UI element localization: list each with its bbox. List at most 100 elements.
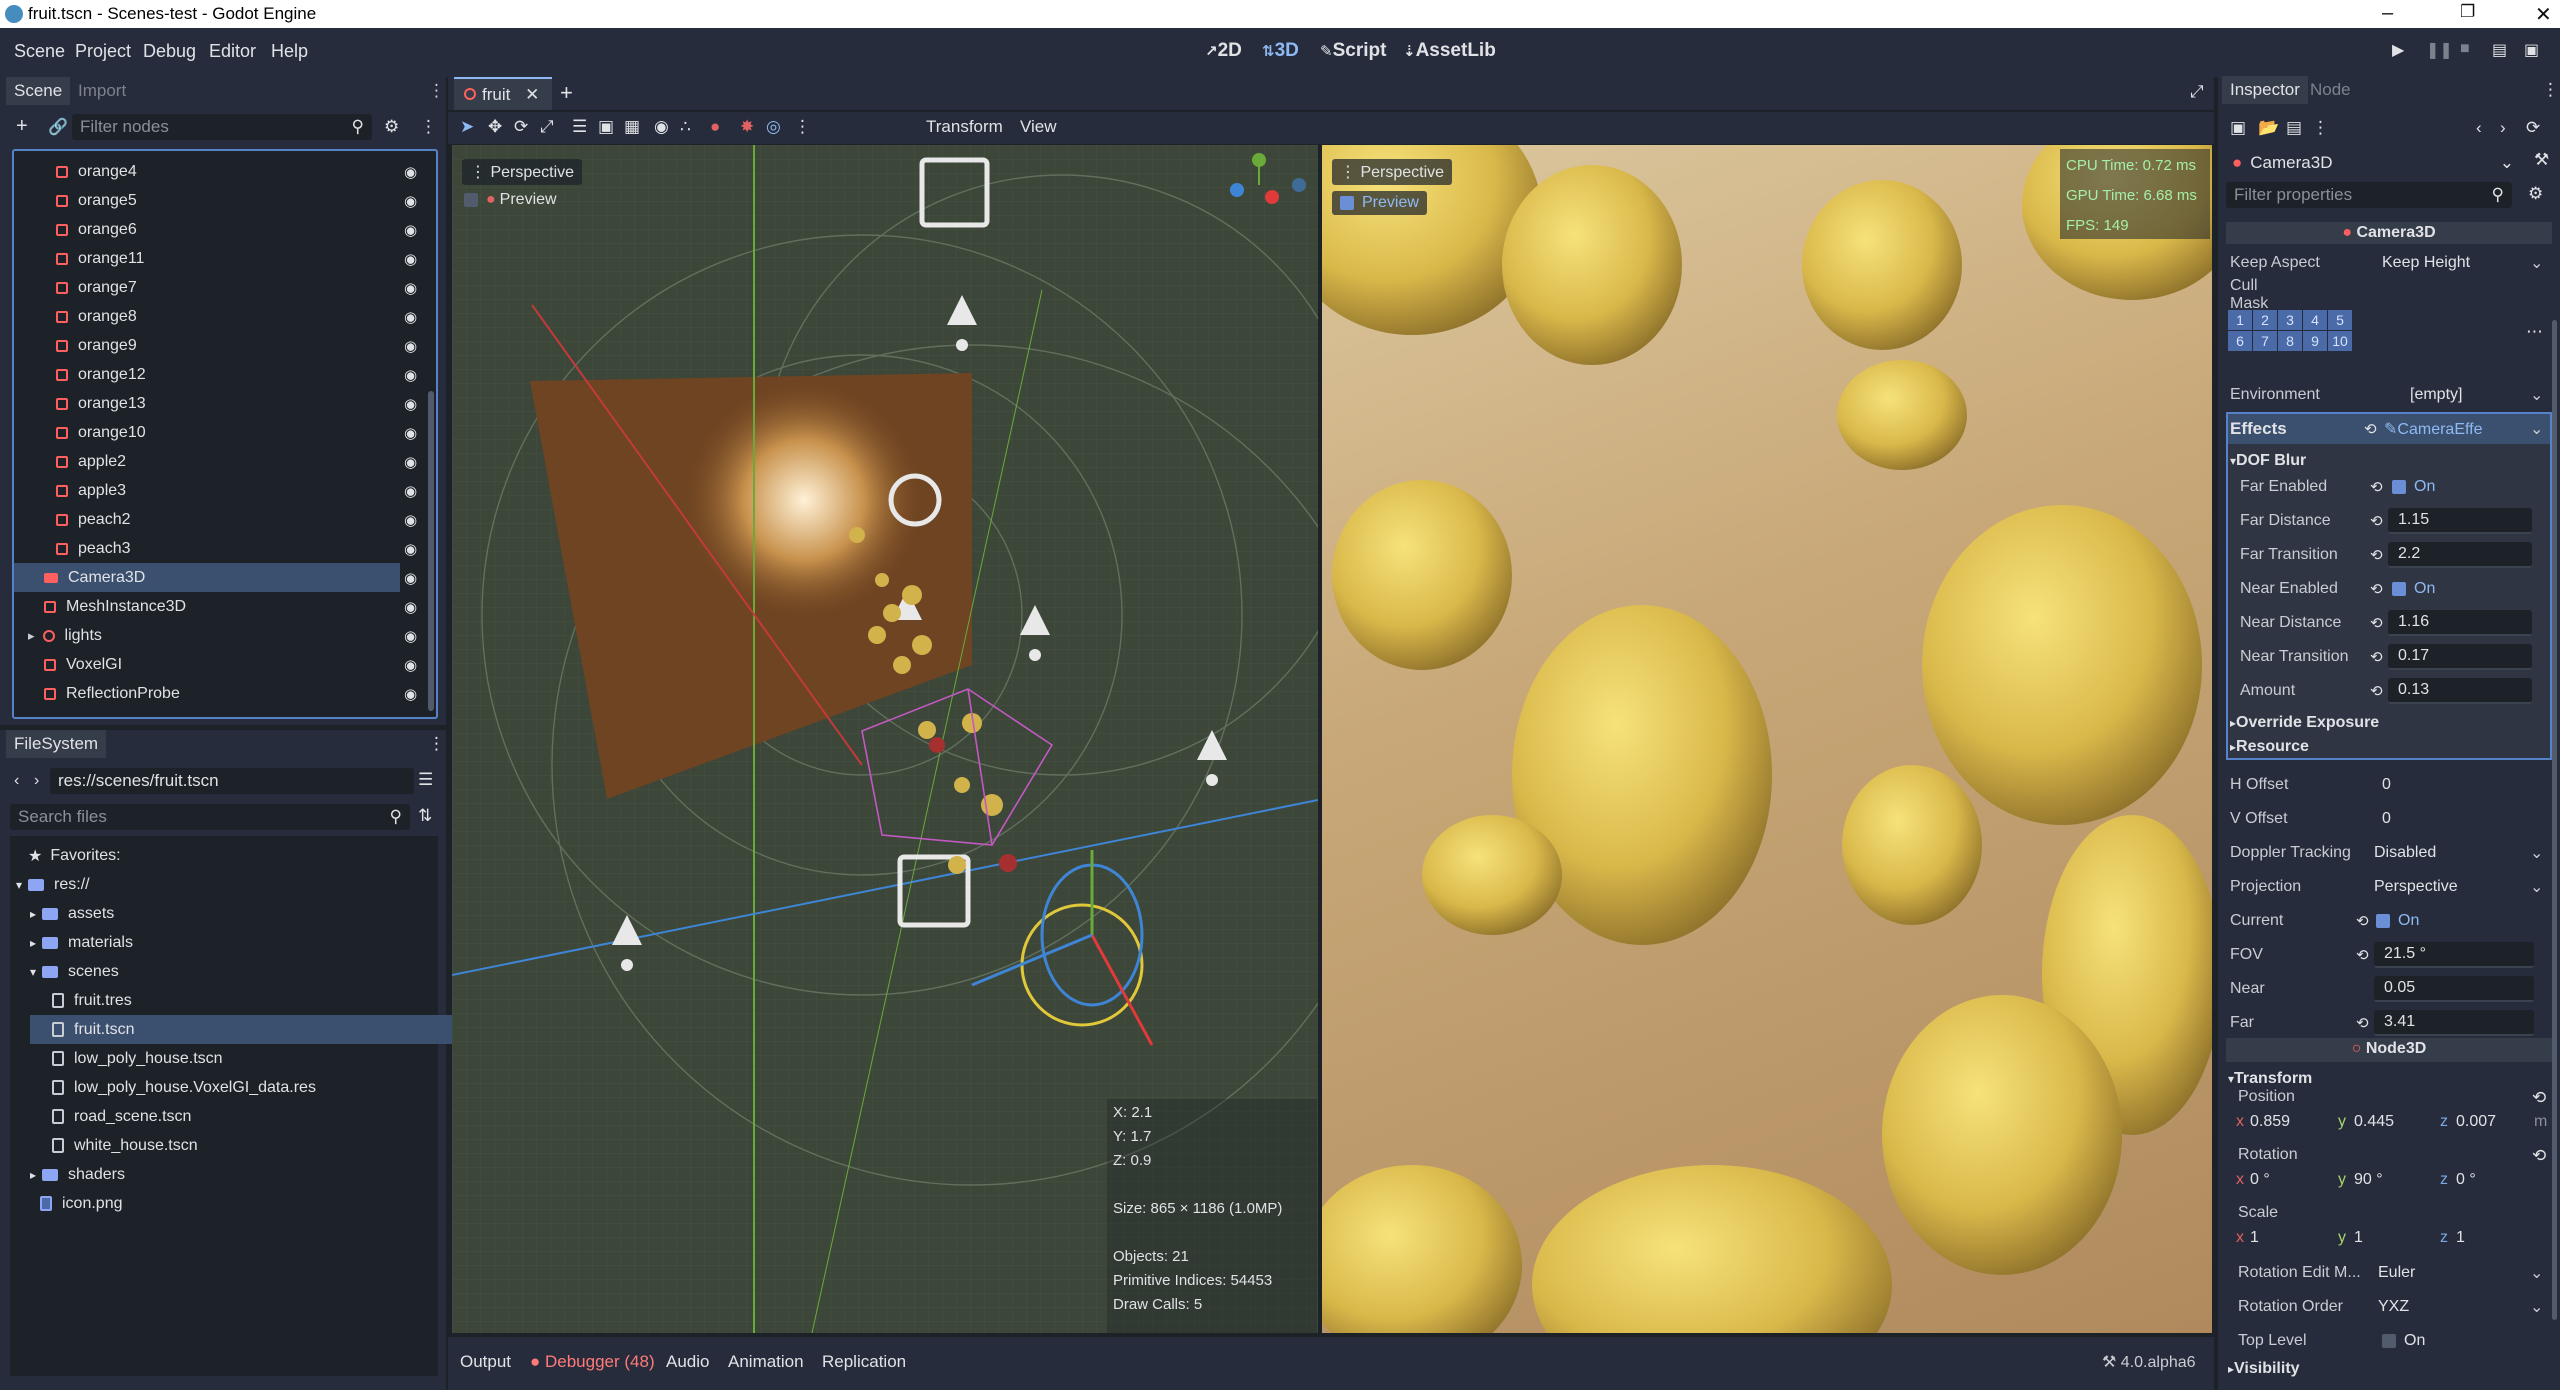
prop-near-enabled[interactable]: Near Enabled ⟲ On bbox=[2228, 572, 2550, 606]
more-layers-icon[interactable]: ⋯ bbox=[2526, 322, 2543, 342]
visibility-eye-icon[interactable]: ◉ bbox=[404, 569, 417, 587]
near-transition-input[interactable]: 0.17 bbox=[2388, 644, 2532, 670]
tab-debugger[interactable]: ● Debugger (48) bbox=[530, 1352, 655, 1372]
revert-icon[interactable]: ⟲ bbox=[2532, 1146, 2546, 1166]
tree-item[interactable]: ▸ lights ◉ bbox=[14, 621, 424, 650]
move-tool-icon[interactable]: ✥ bbox=[488, 117, 502, 137]
layer-toggle[interactable]: 4 bbox=[2303, 310, 2327, 330]
expand-arrow-icon[interactable]: ▾ bbox=[30, 965, 36, 979]
stop-icon[interactable]: ■ bbox=[2460, 40, 2470, 58]
visibility-eye-icon[interactable]: ◉ bbox=[404, 337, 417, 355]
group-dof-blur[interactable]: ▾DOF Blur bbox=[2230, 452, 2306, 470]
scene-menu-icon[interactable]: ⋮ bbox=[420, 117, 437, 137]
dock-menu-icon[interactable]: ⋮ bbox=[428, 734, 445, 754]
layer-toggle[interactable]: 7 bbox=[2253, 331, 2277, 351]
far-input[interactable]: 3.41 bbox=[2374, 1010, 2534, 1036]
open-resource-icon[interactable]: 📂 bbox=[2258, 118, 2279, 138]
tree-item[interactable]: orange9 ◉ bbox=[14, 331, 424, 360]
scale-tool-icon[interactable]: ⤢ bbox=[540, 117, 554, 137]
tab-filesystem[interactable]: FileSystem bbox=[6, 730, 107, 758]
save-resource-icon[interactable]: ▤ bbox=[2286, 118, 2302, 138]
folder-item[interactable]: ▾ scenes bbox=[10, 957, 438, 986]
expand-arrow-icon[interactable]: ▾ bbox=[16, 878, 22, 892]
visibility-eye-icon[interactable]: ◉ bbox=[404, 308, 417, 326]
layer-toggle[interactable]: 8 bbox=[2278, 331, 2302, 351]
snap-icon[interactable]: ∴ bbox=[680, 117, 691, 137]
cull-mask-layers[interactable]: 1 2 3 4 5 6 7 8 9 10 bbox=[2228, 310, 2373, 352]
revert-icon[interactable]: ⟲ bbox=[2370, 478, 2383, 496]
prop-near-distance[interactable]: Near Distance ⟲ 1.16 bbox=[2228, 606, 2550, 640]
folder-item[interactable]: ▸ materials bbox=[10, 928, 438, 957]
prop-near-transition[interactable]: Near Transition ⟲ 0.17 bbox=[2228, 640, 2550, 674]
favorites-item[interactable]: ★ Favorites: bbox=[10, 841, 438, 870]
tree-item[interactable]: orange4 ◉ bbox=[14, 157, 424, 186]
layer-toggle[interactable]: 5 bbox=[2328, 310, 2352, 330]
scale-z-input[interactable]: 1 bbox=[2456, 1229, 2465, 1247]
tree-item[interactable]: peach3 ◉ bbox=[14, 534, 424, 563]
add-node-icon[interactable]: + bbox=[16, 115, 28, 138]
expand-arrow-icon[interactable]: ▸ bbox=[30, 1168, 36, 1182]
scrollbar[interactable] bbox=[428, 391, 434, 711]
tree-item[interactable]: orange6 ◉ bbox=[14, 215, 424, 244]
file-item[interactable]: white_house.tscn bbox=[10, 1131, 438, 1160]
movie-icon[interactable]: ▣ bbox=[2524, 40, 2539, 60]
expand-arrow-icon[interactable]: ▸ bbox=[28, 628, 35, 644]
tree-item[interactable]: orange13 ◉ bbox=[14, 389, 424, 418]
file-item[interactable]: road_scene.tscn bbox=[10, 1102, 438, 1131]
prop-rotation-order[interactable]: Rotation Order YXZ ⌄ bbox=[2226, 1290, 2552, 1324]
restore-icon[interactable]: ❐ bbox=[2460, 2, 2475, 22]
tab-import[interactable]: Import bbox=[70, 77, 134, 105]
revert-icon[interactable]: ⟲ bbox=[2532, 1088, 2546, 1108]
resource-menu-icon[interactable]: ⋮ bbox=[2312, 118, 2329, 138]
distraction-free-icon[interactable]: ⤢ bbox=[2190, 82, 2204, 102]
visibility-eye-icon[interactable]: ◉ bbox=[404, 656, 417, 674]
menu-editor[interactable]: Editor bbox=[209, 41, 256, 62]
near-distance-input[interactable]: 1.16 bbox=[2388, 610, 2532, 636]
visibility-eye-icon[interactable]: ◉ bbox=[404, 250, 417, 268]
position-z-input[interactable]: 0.007 bbox=[2456, 1113, 2496, 1131]
play-scene-icon[interactable]: ▤ bbox=[2492, 40, 2507, 60]
select-tool-icon[interactable]: ➤ bbox=[460, 117, 474, 137]
property-options-icon[interactable]: ⚙ bbox=[2528, 184, 2543, 204]
prop-projection[interactable]: Projection Perspective ⌄ bbox=[2226, 870, 2552, 904]
close-tab-icon[interactable]: ✕ bbox=[525, 85, 539, 104]
viewport-right[interactable]: ⋮ Perspective Preview CPU Time: 0.72 ms … bbox=[1322, 145, 2212, 1333]
group-transform[interactable]: ▾Transform bbox=[2228, 1070, 2312, 1088]
file-item-selected[interactable]: fruit.tscn bbox=[30, 1015, 454, 1044]
tree-item[interactable]: orange7 ◉ bbox=[14, 273, 424, 302]
preview-toggle[interactable]: ● Preview bbox=[464, 191, 557, 209]
near-input[interactable]: 0.05 bbox=[2374, 976, 2534, 1002]
revert-icon[interactable]: ⟲ bbox=[2356, 946, 2369, 964]
visibility-eye-icon[interactable]: ◉ bbox=[404, 424, 417, 442]
workspace-3d-button[interactable]: ⇅3D bbox=[1262, 40, 1299, 62]
tab-inspector[interactable]: Inspector bbox=[2222, 76, 2308, 104]
group-resource[interactable]: ▸Resource bbox=[2230, 738, 2309, 756]
play-icon[interactable]: ▶ bbox=[2392, 40, 2404, 60]
menu-debug[interactable]: Debug bbox=[143, 41, 196, 62]
prop-environment[interactable]: Environment [empty] ⌄ bbox=[2226, 378, 2552, 412]
file-item[interactable]: low_poly_house.tscn bbox=[10, 1044, 438, 1073]
visibility-eye-icon[interactable]: ◉ bbox=[404, 598, 417, 616]
filter-script-icon[interactable]: ⚙ bbox=[384, 117, 399, 137]
transform-menu[interactable]: Transform bbox=[926, 117, 1003, 137]
prop-h-offset[interactable]: H Offset 0 bbox=[2226, 768, 2552, 802]
revert-icon[interactable]: ⟲ bbox=[2370, 614, 2383, 632]
prop-far-enabled[interactable]: Far Enabled ⟲ On bbox=[2228, 470, 2550, 504]
new-resource-icon[interactable]: ▣ bbox=[2230, 118, 2246, 138]
revert-icon[interactable]: ⟲ bbox=[2370, 512, 2383, 530]
environment-preview-icon[interactable]: ◎ bbox=[766, 117, 781, 137]
tree-item[interactable]: orange11 ◉ bbox=[14, 244, 424, 273]
visibility-eye-icon[interactable]: ◉ bbox=[404, 163, 417, 181]
dock-menu-icon[interactable]: ⋮ bbox=[428, 81, 445, 101]
prop-far[interactable]: Far ⟲ 3.41 bbox=[2226, 1006, 2552, 1040]
object-selector[interactable]: ● Camera3D ⌄ bbox=[2226, 150, 2520, 176]
workspace-script-button[interactable]: ✎Script bbox=[1320, 40, 1386, 62]
viewport-left[interactable]: ⋮ Perspective ● Preview X: 2.1 Y: 1.7 Z: … bbox=[452, 145, 1318, 1333]
group-icon[interactable]: ▦ bbox=[624, 117, 640, 137]
position-y-input[interactable]: 0.445 bbox=[2354, 1113, 2394, 1131]
far-distance-input[interactable]: 1.15 bbox=[2388, 508, 2532, 534]
revert-icon[interactable]: ⟲ bbox=[2370, 682, 2383, 700]
far-transition-input[interactable]: 2.2 bbox=[2388, 542, 2532, 568]
history-forward-icon[interactable]: › bbox=[2500, 118, 2506, 138]
layer-toggle[interactable]: 6 bbox=[2228, 331, 2252, 351]
